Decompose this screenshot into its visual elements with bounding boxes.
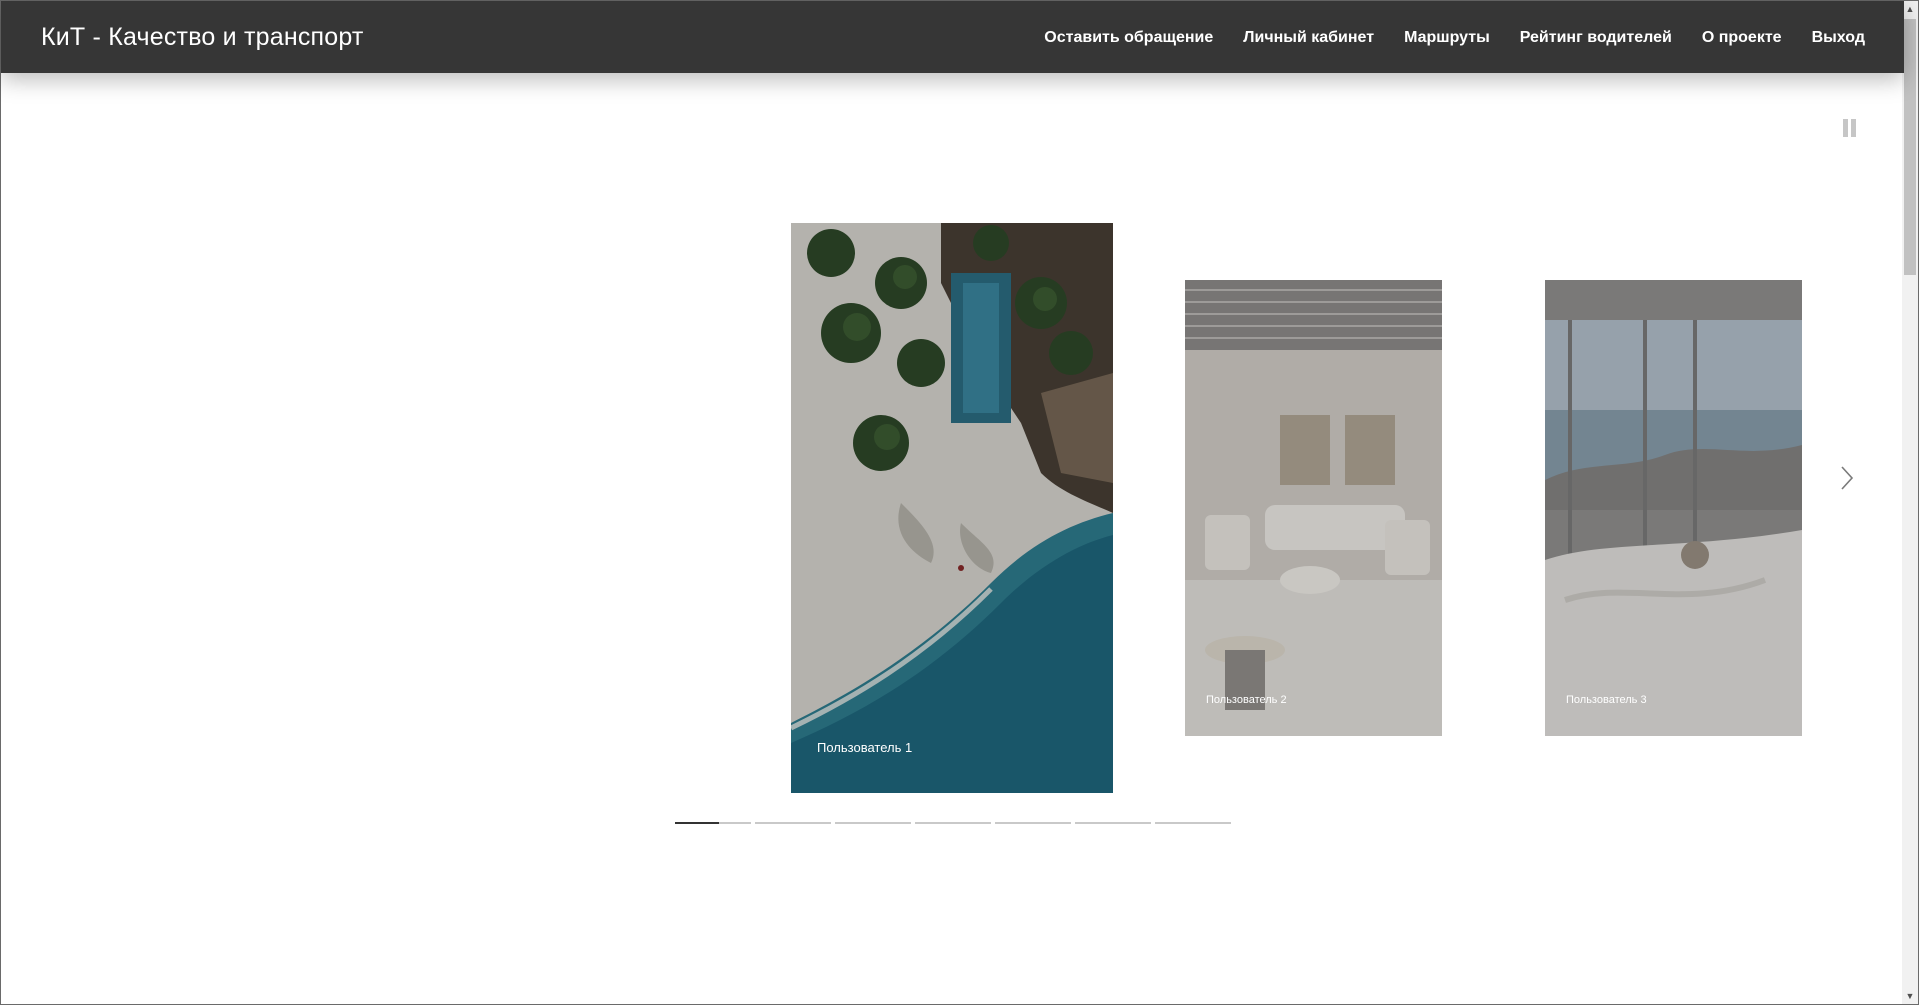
nav-item-routes[interactable]: Маршруты xyxy=(1404,29,1490,47)
nav-item-submit-request[interactable]: Оставить обращение xyxy=(1044,29,1213,47)
main-nav: Оставить обращение Личный кабинет Маршру… xyxy=(1044,29,1865,47)
nav-item-logout[interactable]: Выход xyxy=(1812,29,1865,47)
scrollbar-thumb[interactable] xyxy=(1904,19,1916,275)
slider-dot[interactable] xyxy=(755,822,831,824)
slide-caption: Пользователь 3 xyxy=(1566,694,1647,706)
slider-dot[interactable] xyxy=(835,822,911,824)
slider-dot[interactable] xyxy=(675,822,751,824)
pause-icon[interactable] xyxy=(1843,119,1857,137)
slide-user-2[interactable]: Пользователь 2 xyxy=(1185,280,1442,736)
slider-dot-progress xyxy=(675,822,720,824)
nav-item-driver-rating[interactable]: Рейтинг водителей xyxy=(1520,29,1672,47)
brand-title[interactable]: КиТ - Качество и транспорт xyxy=(41,23,364,52)
top-navbar: КиТ - Качество и транспорт Оставить обра… xyxy=(1,1,1904,73)
nav-item-personal-account[interactable]: Личный кабинет xyxy=(1243,29,1374,47)
scroll-up-icon[interactable]: ▲ xyxy=(1902,1,1918,17)
page: КиТ - Качество и транспорт Оставить обра… xyxy=(0,0,1919,1005)
slide-overlay xyxy=(791,223,1113,793)
slider-dot[interactable] xyxy=(1075,822,1151,824)
slide-overlay xyxy=(1545,280,1802,736)
slide-user-3[interactable]: Пользователь 3 xyxy=(1545,280,1802,736)
slider-dot[interactable] xyxy=(995,822,1071,824)
slider-dot[interactable] xyxy=(915,822,991,824)
slide-caption: Пользователь 1 xyxy=(817,740,913,755)
nav-item-about[interactable]: О проекте xyxy=(1702,29,1782,47)
vertical-scrollbar[interactable]: ▲ ▼ xyxy=(1902,1,1918,1004)
slider-pagination xyxy=(675,822,1231,824)
scroll-down-icon[interactable]: ▼ xyxy=(1902,988,1918,1004)
slide-caption: Пользователь 2 xyxy=(1206,694,1287,706)
slide-user-1[interactable]: Пользователь 1 xyxy=(791,223,1113,793)
chevron-right-icon[interactable] xyxy=(1837,463,1857,493)
slider-dot[interactable] xyxy=(1155,822,1231,824)
slide-overlay xyxy=(1185,280,1442,736)
